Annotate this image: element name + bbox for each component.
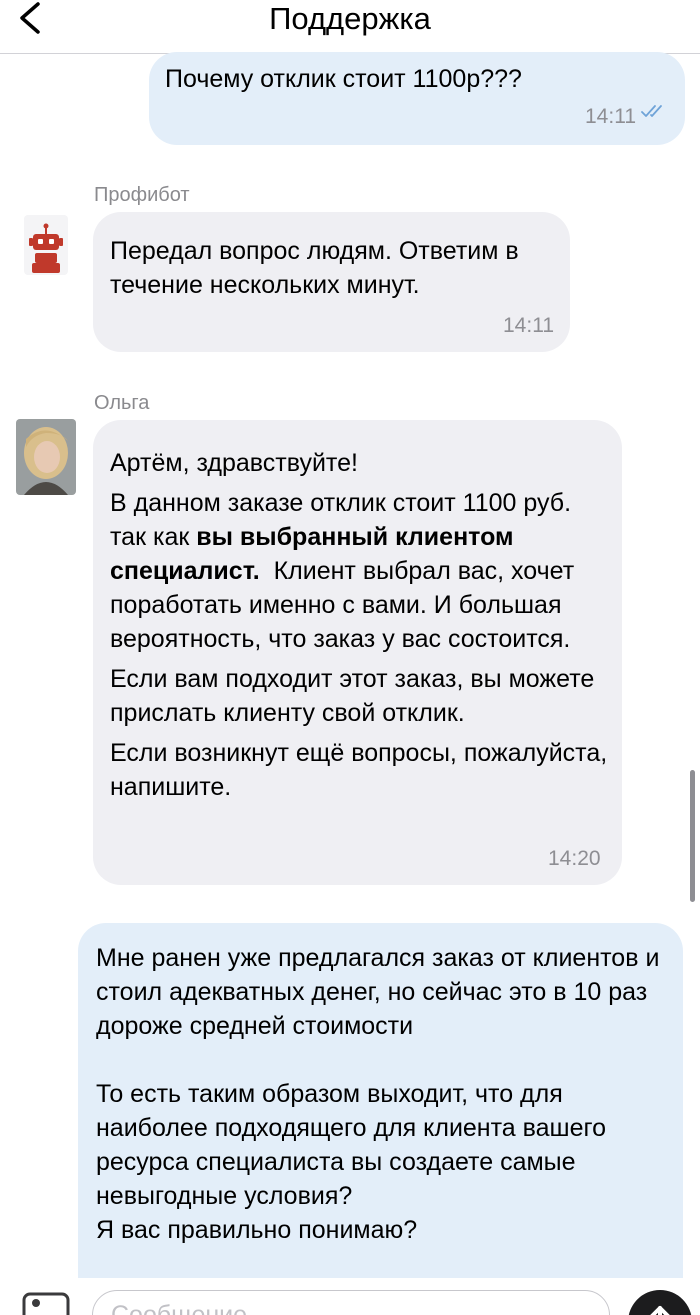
message-body: Мне ранен уже предлагался заказ от клиен… bbox=[96, 941, 671, 1247]
arrow-up-icon bbox=[650, 1306, 670, 1315]
send-button[interactable] bbox=[628, 1290, 692, 1315]
message-composer bbox=[0, 1278, 700, 1315]
message-paragraph: Если возникнут ещё вопросы, пожалуйста, … bbox=[110, 739, 608, 801]
user-photo[interactable] bbox=[16, 419, 76, 495]
robot-icon[interactable] bbox=[24, 215, 68, 275]
message-paragraph: Я вас правильно понимаю? bbox=[96, 1216, 418, 1244]
page-title: Поддержка bbox=[269, 1, 431, 36]
chat-header: Поддержка bbox=[0, 0, 700, 54]
outgoing-message-bubble[interactable]: Почему отклик стоит 1100р??? 14:11 bbox=[149, 52, 685, 145]
message-time: 14:11 bbox=[503, 314, 554, 337]
outgoing-message-bubble[interactable]: Мне ранен уже предлагался заказ от клиен… bbox=[78, 923, 683, 1315]
message-paragraph: То есть таким образом выходит, что для н… bbox=[96, 1080, 606, 1210]
message-text: Почему отклик стоит 1100р??? bbox=[165, 65, 522, 93]
incoming-message-bubble[interactable]: Передал вопрос людям. Ответим в течение … bbox=[93, 212, 570, 352]
message-input[interactable] bbox=[92, 1290, 610, 1315]
image-icon[interactable] bbox=[22, 1292, 70, 1315]
message-time: 14:20 bbox=[548, 847, 601, 870]
scrollbar[interactable] bbox=[690, 770, 695, 902]
sender-name: Профибот bbox=[94, 184, 190, 206]
message-paragraph: Если вам подходит этот заказ, вы можете … bbox=[110, 665, 595, 727]
message-paragraph: Артём, здравствуйте! bbox=[110, 449, 358, 477]
message-text: Передал вопрос людям. Ответим в течение … bbox=[110, 237, 519, 299]
message-paragraph: В данном заказе отклик стоит 1100 руб. т… bbox=[110, 486, 610, 656]
sender-name: Ольга bbox=[94, 392, 150, 414]
message-body: Артём, здравствуйте! В данном заказе отк… bbox=[110, 446, 610, 810]
incoming-message-bubble[interactable]: Артём, здравствуйте! В данном заказе отк… bbox=[93, 420, 622, 885]
message-paragraph: Мне ранен уже предлагался заказ от клиен… bbox=[96, 944, 660, 1040]
double-check-icon bbox=[641, 105, 662, 117]
message-time: 14:11 bbox=[585, 105, 636, 128]
